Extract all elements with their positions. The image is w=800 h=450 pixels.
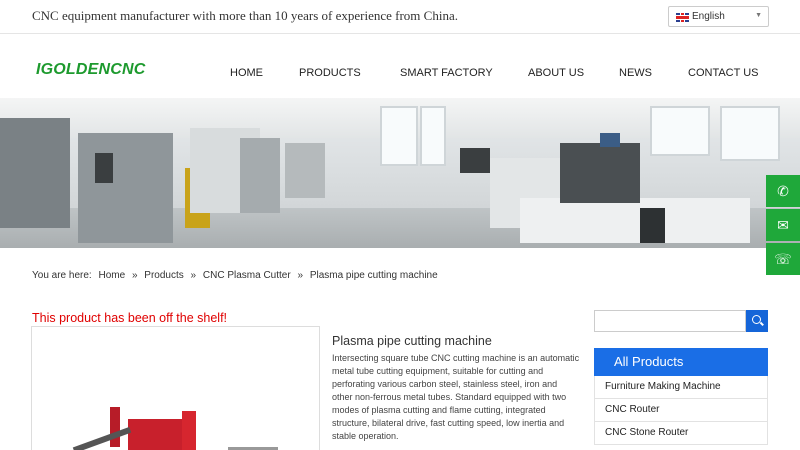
- nav-smart-factory[interactable]: SMART FACTORY: [400, 67, 493, 79]
- breadcrumb-home[interactable]: Home: [98, 270, 125, 281]
- breadcrumb-separator: »: [131, 270, 138, 281]
- category-item[interactable]: CNC Stone Router: [594, 422, 768, 445]
- product-description: Intersecting square tube CNC cutting mac…: [332, 353, 580, 441]
- nav-news[interactable]: NEWS: [619, 67, 652, 79]
- search-icon: [752, 315, 761, 324]
- category-item[interactable]: CNC Router: [594, 399, 768, 422]
- product-image[interactable]: [31, 326, 320, 450]
- uk-flag-icon: [676, 13, 689, 22]
- nav-products[interactable]: PRODUCTS: [299, 67, 361, 79]
- email-icon: ✉: [777, 217, 789, 233]
- category-item[interactable]: Furniture Making Machine: [594, 376, 768, 399]
- search-input[interactable]: [594, 310, 746, 332]
- product-title: Plasma pipe cutting machine: [332, 334, 492, 348]
- support-icon: ☏: [774, 251, 792, 267]
- whatsapp-button[interactable]: ✆: [766, 175, 800, 207]
- whatsapp-icon: ✆: [777, 183, 789, 199]
- factory-banner-image: [0, 98, 800, 248]
- off-shelf-notice: This product has been off the shelf!: [32, 311, 228, 325]
- language-select[interactable]: English ▼: [668, 6, 769, 27]
- breadcrumb-current: Plasma pipe cutting machine: [309, 270, 438, 281]
- breadcrumb-separator: »: [190, 270, 197, 281]
- email-button[interactable]: ✉: [766, 209, 800, 241]
- support-button[interactable]: ☏: [766, 243, 800, 275]
- breadcrumb-prefix: You are here:: [32, 270, 92, 281]
- chevron-down-icon: ▼: [755, 12, 762, 19]
- breadcrumb-separator: »: [297, 270, 304, 281]
- search-button[interactable]: [746, 310, 768, 332]
- site-logo[interactable]: IGOLDENCNC: [36, 61, 146, 79]
- breadcrumb-products[interactable]: Products: [144, 270, 183, 281]
- nav-home[interactable]: HOME: [230, 67, 263, 79]
- top-bar: CNC equipment manufacturer with more tha…: [0, 0, 800, 34]
- breadcrumb-cnc-plasma-cutter[interactable]: CNC Plasma Cutter: [203, 270, 291, 281]
- all-products-heading: All Products: [594, 348, 768, 376]
- breadcrumb: You are here: Home » Products » CNC Plas…: [32, 270, 442, 281]
- site-tagline: CNC equipment manufacturer with more tha…: [32, 8, 458, 23]
- nav-contact-us[interactable]: CONTACT US: [688, 67, 759, 79]
- language-label: English: [692, 11, 725, 22]
- nav-about-us[interactable]: ABOUT US: [528, 67, 584, 79]
